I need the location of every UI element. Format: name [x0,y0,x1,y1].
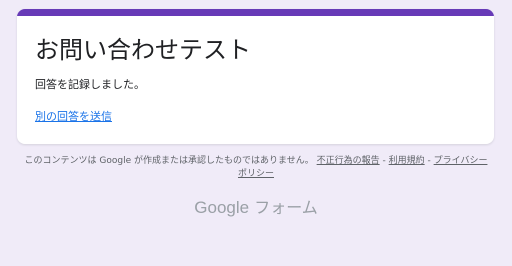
terms-link[interactable]: 利用規約 [389,156,425,166]
submit-another-response-link[interactable]: 別の回答を送信 [35,109,112,125]
forms-wordmark: フォーム [254,198,318,217]
disclaimer: このコンテンツは Google が作成または承認したものではありません。 不正行… [20,155,492,181]
card-accent-bar [17,9,494,16]
separator: - [424,156,434,166]
form-title: お問い合わせテスト [35,36,251,64]
separator: - [379,156,389,166]
google-wordmark: Google [194,198,250,217]
confirmation-message: 回答を記録しました。 [35,78,145,91]
report-abuse-link[interactable]: 不正行為の報告 [317,156,380,166]
google-forms-logo[interactable]: Google フォーム [0,196,512,220]
disclaimer-text: このコンテンツは Google が作成または承認したものではありません。 [24,156,314,166]
confirmation-card: お問い合わせテスト 回答を記録しました。 別の回答を送信 [17,9,494,144]
